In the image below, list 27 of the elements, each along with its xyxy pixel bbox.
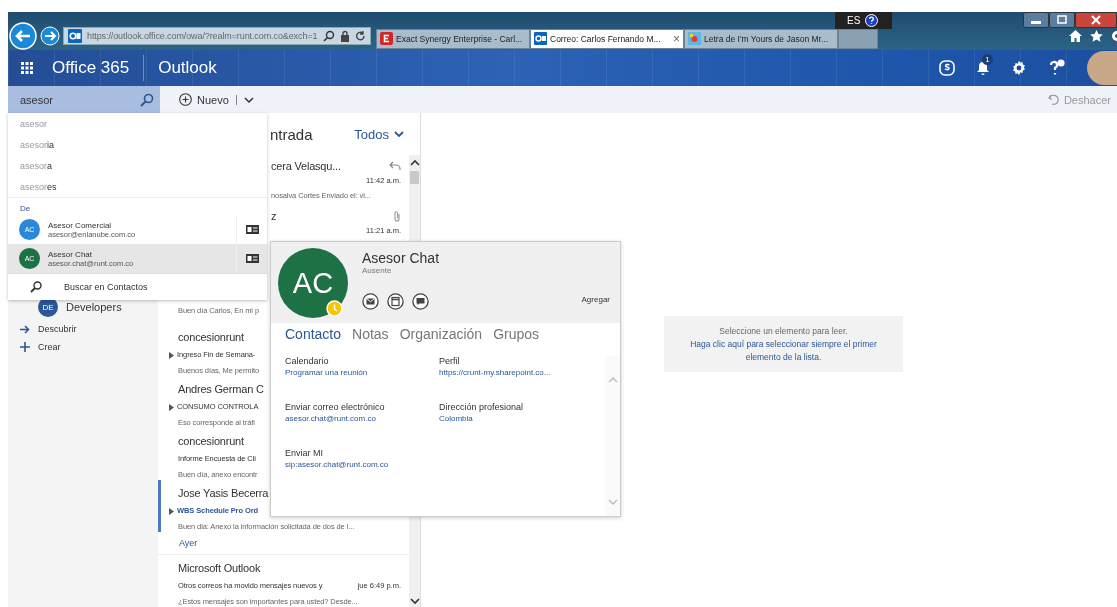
field-label: Calendario [285, 356, 330, 366]
section-label: De [8, 197, 267, 215]
presence-status: Ausente [362, 266, 393, 275]
notification-badge: 1 [982, 54, 993, 65]
empty-message: Seleccione un elemento para leer. [719, 324, 848, 338]
tab-label: Exact Synergy Enterprise - Carl... [396, 33, 524, 44]
url-text: https://outlook.office.com/owa/?realm=runt.com.co&exch=1 [87, 30, 318, 41]
contact-name: Asesor Chat [362, 250, 440, 266]
message-sender: z [271, 209, 277, 224]
message-sender: Microsoft Outlook [178, 561, 261, 576]
contact-name: Asesor Chat [48, 249, 94, 259]
field-label: Enviar correo electrónico [285, 402, 386, 412]
tab-label: Correo: Carlos Fernando M... [550, 33, 662, 44]
contact-name: Asesor Comercial [48, 220, 113, 230]
folder-title: ntrada [270, 125, 313, 143]
message-sender: concesionrunt [178, 434, 244, 449]
field-label: Enviar MI [285, 448, 324, 458]
tab-label: Letra de I'm Yours de Jason Mr... [704, 33, 829, 44]
message-sender: concesionrunt [178, 330, 244, 345]
message-sender: cera Velasqu... [271, 159, 341, 174]
field-label: Dirección profesional [439, 402, 525, 412]
field-label: Perfil [439, 356, 461, 366]
message-sender: Jose Yasis Becerra [178, 486, 269, 501]
language-label: ES [847, 15, 861, 26]
contact-avatar: AC [278, 248, 348, 318]
message-sender: Andres German C [178, 382, 264, 397]
date-group-header: Ayer [158, 532, 409, 555]
